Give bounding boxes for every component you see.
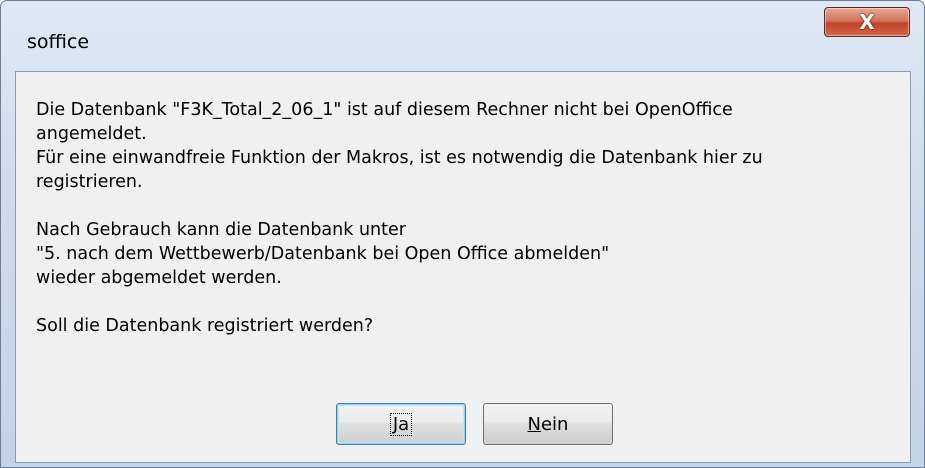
message-line: registrieren. bbox=[36, 172, 143, 192]
message-line: Soll die Datenbank registriert werden? bbox=[36, 316, 374, 336]
close-button[interactable]: X bbox=[824, 7, 910, 37]
message-line: Die Datenbank "F3K_Total_2_06_1" ist auf… bbox=[36, 100, 733, 120]
title-bar[interactable]: soffice X bbox=[1, 1, 924, 53]
yes-button-label: Ja bbox=[389, 412, 413, 436]
message-line: Nach Gebrauch kann die Datenbank unter bbox=[36, 220, 406, 240]
yes-button[interactable]: Ja bbox=[336, 403, 466, 445]
no-mnemonic: N bbox=[527, 413, 541, 435]
no-button-label: Nein bbox=[528, 414, 569, 435]
message-line: angemeldet. bbox=[36, 124, 147, 144]
message-text: Die Datenbank "F3K_Total_2_06_1" ist auf… bbox=[36, 98, 906, 338]
dialog-content: Die Datenbank "F3K_Total_2_06_1" ist auf… bbox=[15, 71, 911, 463]
dialog-window: soffice X Die Datenbank "F3K_Total_2_06_… bbox=[0, 0, 925, 468]
message-line: wieder abgemeldet werden. bbox=[36, 268, 282, 288]
no-label-rest: ein bbox=[540, 413, 569, 435]
message-spacer bbox=[36, 290, 906, 314]
message-line: "5. nach dem Wettbewerb/Datenbank bei Op… bbox=[36, 244, 610, 264]
message-line: Für eine einwandfreie Funktion der Makro… bbox=[36, 148, 763, 168]
message-spacer bbox=[36, 194, 906, 218]
yes-label-rest: a bbox=[398, 413, 410, 435]
close-icon: X bbox=[859, 10, 875, 34]
no-button[interactable]: Nein bbox=[483, 403, 613, 445]
window-title: soffice bbox=[27, 31, 90, 53]
